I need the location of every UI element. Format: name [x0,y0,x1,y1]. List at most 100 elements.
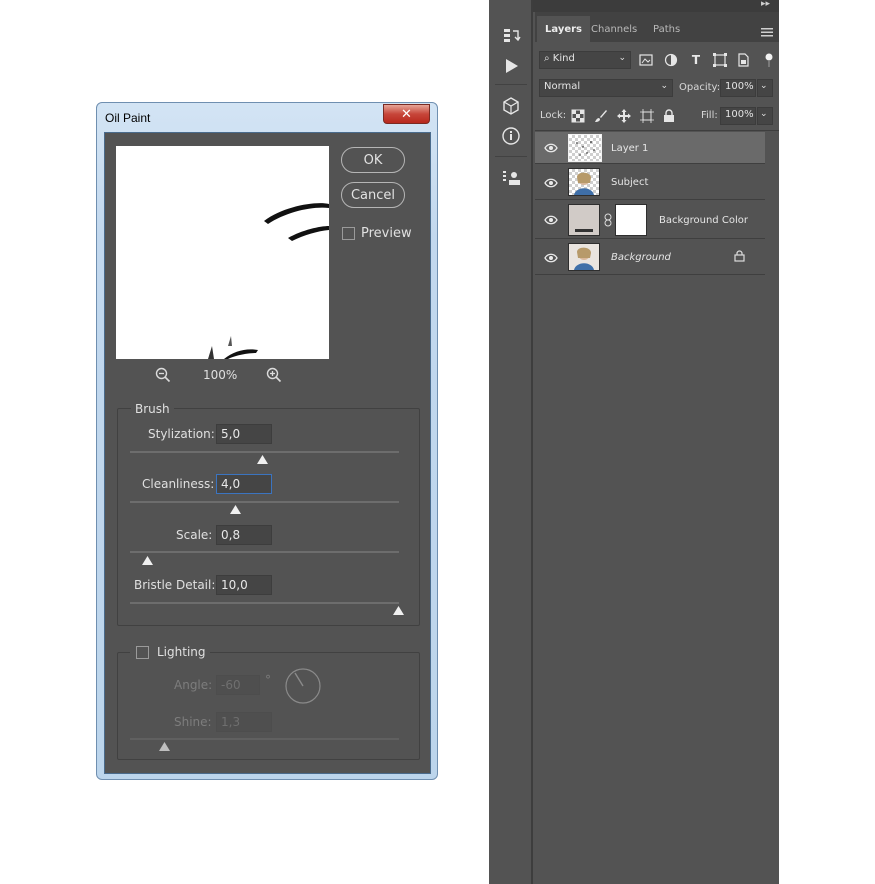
tool-divider-1 [495,84,527,85]
filter-adjustment-icon[interactable] [664,53,678,67]
filter-smart-object-icon[interactable] [736,53,750,67]
play-actions-icon[interactable] [501,56,521,76]
panel-tabs: Layers Channels Paths [535,12,779,42]
scale-slider-thumb[interactable] [142,556,153,565]
visibility-eye-icon[interactable] [544,141,558,155]
shine-label: Shine: [174,715,212,729]
opacity-label: Opacity: [679,82,721,93]
clone-source-icon[interactable] [501,168,521,188]
photoshop-panel: ◂◂ ▸▸ Layers Channels Paths [489,0,779,884]
info-icon[interactable] [501,126,521,146]
chevron-down-icon: ⌄ [618,53,626,63]
angle-label: Angle: [174,678,213,692]
oil-paint-dialog: Oil Paint ✕ OK Cancel Preview 100% Brush [96,102,438,780]
layer-name[interactable]: Background Color [659,215,748,226]
shine-input: 1,3 [216,712,272,732]
fill-layer-indicator [575,229,593,232]
filter-kind-select[interactable]: ⌕ Kind ⌄ [539,51,631,69]
preview-canvas[interactable] [116,146,329,359]
stylization-slider-thumb[interactable] [257,455,268,464]
bristle-detail-label: Bristle Detail: [134,578,216,592]
brush-group-label: Brush [131,402,174,416]
tab-paths[interactable]: Paths [645,16,688,42]
tool-column [489,0,533,884]
opacity-dropdown[interactable]: ⌄ [757,79,773,97]
bristle-detail-input[interactable]: 10,0 [216,575,272,595]
layers-list-divider [535,130,779,131]
cleanliness-slider-thumb[interactable] [230,505,241,514]
filter-pixel-icon[interactable] [639,53,653,67]
layer-name[interactable]: Background [611,252,671,263]
scale-label: Scale: [176,528,213,542]
lock-artboard-icon[interactable] [640,109,654,123]
layer-thumbnail [568,243,600,271]
layer-thumbnail [568,168,600,196]
tab-channels[interactable]: Channels [583,16,645,42]
lock-icon [734,250,745,262]
angle-unit: ° [265,673,271,687]
cleanliness-label: Cleanliness: [142,477,215,491]
zoom-in-icon[interactable] [266,367,282,383]
dialog-body: OK Cancel Preview 100% Brush Stylization… [104,132,431,774]
bristle-detail-slider-thumb[interactable] [393,606,404,615]
zoom-out-icon[interactable] [155,367,171,383]
visibility-eye-icon[interactable] [544,213,558,227]
layer-thumbnail [568,134,602,162]
visibility-eye-icon[interactable] [544,176,558,190]
blend-mode-select[interactable]: Normal ⌄ [539,79,673,97]
lock-label: Lock: [540,110,567,121]
filter-toggle-icon[interactable] [765,52,773,67]
close-button[interactable]: ✕ [383,104,430,124]
panel-menu-icon[interactable] [761,22,773,37]
layer-row-layer-1[interactable]: Layer 1 [535,132,765,164]
scale-input[interactable]: 0,8 [216,525,272,545]
search-icon: ⌕ [544,53,550,64]
filter-type-icon[interactable]: T [689,53,703,67]
angle-dial [285,668,321,704]
layer-name[interactable]: Subject [611,177,648,188]
bristle-detail-track[interactable] [130,602,399,604]
blend-mode-value: Normal [544,81,581,92]
filter-kind-value: Kind [552,53,575,64]
lock-position-move-icon[interactable] [617,109,631,123]
layer-name[interactable]: Layer 1 [611,143,648,154]
lock-image-brush-icon[interactable] [594,109,608,123]
shine-slider-thumb [159,742,170,751]
chevron-down-icon: ⌄ [760,81,768,91]
layer-row-background[interactable]: Background [535,240,765,275]
angle-input: -60 [216,675,260,695]
stylization-track[interactable] [130,451,399,453]
stylization-label: Stylization: [148,427,215,441]
history-icon[interactable] [501,26,521,46]
lock-all-icon[interactable] [662,109,676,123]
cancel-button[interactable]: Cancel [341,182,405,208]
chevron-down-icon: ⌄ [660,81,668,91]
ok-button[interactable]: OK [341,147,405,173]
layers-panel: Layers Channels Paths ⌕ Kind ⌄ T Normal … [535,12,779,884]
fill-input[interactable]: 100% [720,107,756,125]
preview-checkbox[interactable] [342,227,355,240]
lock-transparent-icon[interactable] [571,109,585,123]
stylization-input[interactable]: 5,0 [216,424,272,444]
filter-shape-icon[interactable] [713,53,727,67]
fill-dropdown[interactable]: ⌄ [757,107,773,125]
lighting-label: Lighting [157,645,206,659]
portrait-image [574,172,594,195]
zoom-level: 100% [203,368,238,382]
3d-cube-icon[interactable] [501,96,521,116]
layer-row-background-color[interactable]: Background Color [535,201,765,239]
fill-label: Fill: [701,110,718,121]
collapse-right-icon[interactable]: ▸▸ [761,0,770,9]
cleanliness-track[interactable] [130,501,399,503]
lighting-checkbox[interactable] [136,646,149,659]
link-chain-icon[interactable] [604,213,612,227]
scale-track[interactable] [130,551,399,553]
cleanliness-input[interactable]: 4,0 [216,474,272,494]
visibility-eye-icon[interactable] [544,251,558,265]
chevron-down-icon: ⌄ [760,109,768,119]
layer-row-subject[interactable]: Subject [535,165,765,200]
fill-layer-thumbnail [568,204,600,236]
opacity-input[interactable]: 100% [720,79,756,97]
layer-mask-thumbnail [615,204,647,236]
preview-label: Preview [361,226,412,241]
